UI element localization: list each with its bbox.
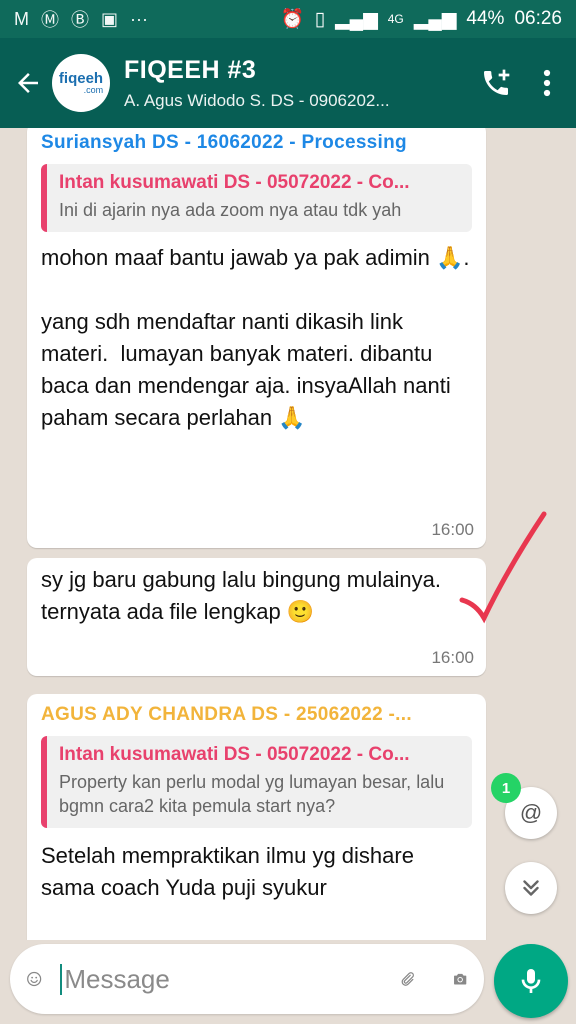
attach-icon[interactable] bbox=[399, 962, 415, 996]
voice-record-button[interactable] bbox=[494, 944, 568, 1018]
chat-message-list[interactable]: Suriansyah DS - 16062022 - Processing In… bbox=[0, 128, 576, 940]
double-chevron-down-icon bbox=[523, 880, 539, 896]
battery-level: 44% bbox=[466, 8, 505, 29]
avatar-logo-text: fiqeeh bbox=[58, 70, 104, 87]
quoted-author: Intan kusumawati DS - 05072022 - Co... bbox=[59, 744, 410, 765]
back-button[interactable] bbox=[4, 68, 52, 98]
chat-title-area[interactable]: FIQEEH #3 A. Agus Widodo S. DS - 0906202… bbox=[124, 56, 480, 111]
more-options-icon[interactable] bbox=[542, 68, 552, 98]
group-avatar[interactable]: fiqeeh .com bbox=[52, 54, 110, 112]
at-icon: @ bbox=[519, 800, 543, 825]
quoted-author: Intan kusumawati DS - 05072022 - Co... bbox=[59, 172, 410, 193]
chat-title: FIQEEH #3 bbox=[124, 55, 257, 84]
emoji-icon[interactable] bbox=[26, 962, 42, 996]
status-bar: M Ⓜ Ⓑ ▣ ··· ⏰ ▯ ▂▄▆ 4G ▂▄▆ 44% 06:26 bbox=[0, 0, 576, 38]
message-bubble[interactable]: sy jg baru gabung lalu bingung mulainya.… bbox=[27, 558, 486, 676]
chat-header: fiqeeh .com FIQEEH #3 A. Agus Widodo S. … bbox=[0, 38, 576, 128]
message-text: sy jg baru gabung lalu bingung mulainya.… bbox=[41, 567, 460, 624]
quoted-text: Property kan perlu modal yg lumayan besa… bbox=[59, 772, 445, 816]
message-composer bbox=[10, 944, 484, 1014]
message-bubble[interactable]: AGUS ADY CHANDRA DS - 25062022 -... Inta… bbox=[27, 694, 486, 940]
message-sender: AGUS ADY CHANDRA DS - 25062022 -... bbox=[41, 704, 412, 725]
network-label: 4G bbox=[387, 12, 404, 26]
gallery-icon: ▣ bbox=[101, 8, 119, 29]
messenger-icon: Ⓜ bbox=[41, 10, 59, 30]
message-text: mohon maaf bantu jawab ya pak adimin 🙏. … bbox=[41, 245, 470, 430]
more-icon: ··· bbox=[130, 8, 148, 29]
message-input[interactable] bbox=[60, 963, 400, 995]
message-time: 16:00 bbox=[431, 648, 474, 667]
sim-icon: ▯ bbox=[314, 8, 326, 30]
microphone-icon bbox=[521, 969, 541, 993]
bbm-icon: Ⓑ bbox=[71, 10, 89, 30]
chat-subtitle: A. Agus Widodo S. DS - 0906202... bbox=[124, 90, 390, 110]
quoted-text: Ini di ajarin nya ada zoom nya atau tdk … bbox=[59, 200, 402, 220]
message-sender: Suriansyah DS - 16062022 - Processing bbox=[41, 132, 407, 153]
back-arrow-icon bbox=[18, 73, 38, 93]
checkmark-annotation bbox=[459, 511, 547, 624]
gmail-icon: M bbox=[14, 8, 29, 29]
camera-icon[interactable] bbox=[452, 962, 468, 996]
avatar-logo-subtext: .com bbox=[83, 85, 104, 95]
message-text: Setelah mempraktikan ilmu yg dishare sam… bbox=[41, 843, 421, 900]
mention-count-badge: 1 bbox=[491, 773, 521, 803]
clock: 06:26 bbox=[514, 8, 562, 29]
signal-icon: ▂▄▆ bbox=[335, 8, 378, 30]
quoted-message[interactable]: Intan kusumawati DS - 05072022 - Co... P… bbox=[41, 736, 472, 828]
message-bubble[interactable]: Suriansyah DS - 16062022 - Processing In… bbox=[27, 128, 486, 548]
signal-icon-2: ▂▄▆ bbox=[413, 8, 457, 30]
scroll-down-button[interactable] bbox=[505, 862, 557, 914]
quoted-message[interactable]: Intan kusumawati DS - 05072022 - Co... I… bbox=[41, 164, 472, 232]
add-call-icon[interactable] bbox=[480, 67, 512, 99]
status-notification-icons: M Ⓜ Ⓑ ▣ ··· bbox=[14, 6, 148, 32]
alarm-icon: ⏰ bbox=[280, 9, 305, 30]
